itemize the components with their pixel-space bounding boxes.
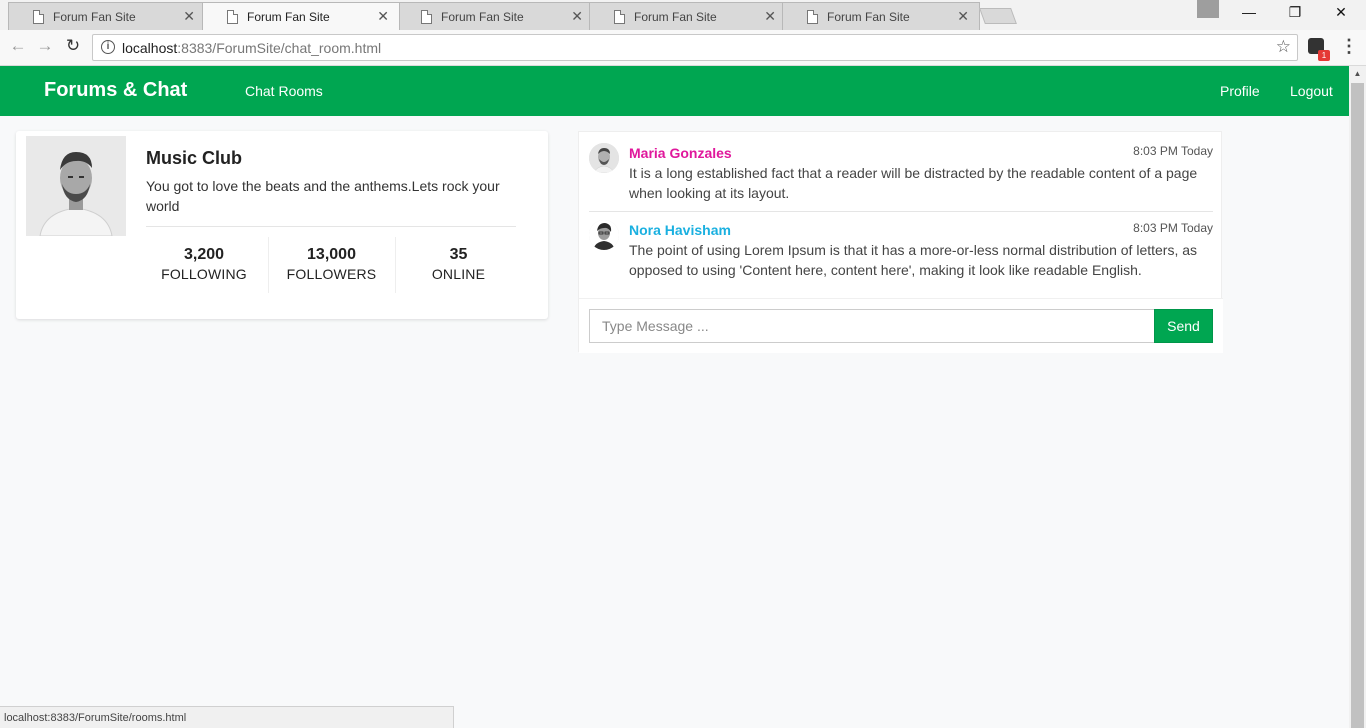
back-icon[interactable]: ← [8,36,28,56]
scroll-up-icon[interactable]: ▲ [1349,66,1366,82]
info-icon[interactable]: i [101,40,115,54]
app-navbar: Forums & Chat Chat Rooms Profile Logout [0,66,1349,116]
restore-icon[interactable]: ❐ [1280,4,1310,21]
message-composer: Send [579,298,1223,353]
stat-label: ONLINE [431,266,486,282]
browser-tab-strip: Forum Fan Site ✕ Forum Fan Site ✕ Forum … [0,0,1366,30]
page-icon [33,10,44,24]
browser-menu-icon[interactable]: ⋮ [1340,36,1358,57]
nav-chat-rooms[interactable]: Chat Rooms [245,83,323,99]
user-avatar[interactable] [589,220,619,250]
extension-badge: 1 [1318,50,1330,61]
message-time: 8:03 PM Today [1133,144,1213,158]
divider [589,211,1213,212]
nav-logout[interactable]: Logout [1290,83,1333,99]
close-icon[interactable]: ✕ [764,8,776,25]
stat-followers: 13,000 FOLLOWERS [268,237,394,293]
message-input[interactable] [589,309,1155,343]
room-description: You got to love the beats and the anthem… [146,178,500,214]
tab-title: Forum Fan Site [634,10,717,24]
page-icon [614,10,625,24]
message-time: 8:03 PM Today [1133,221,1213,235]
nav-profile[interactable]: Profile [1220,83,1260,99]
user-avatar[interactable] [589,143,619,173]
browser-tab-active[interactable]: Forum Fan Site ✕ [202,2,400,30]
send-button[interactable]: Send [1154,309,1213,343]
divider [146,226,516,227]
minimize-icon[interactable]: — [1234,4,1264,20]
chat-panel: Maria Gonzales 8:03 PM Today It is a lon… [578,131,1223,353]
bookmark-star-icon[interactable]: ☆ [1276,37,1291,57]
stat-value: 35 [449,246,468,263]
room-profile-card: Music Club You got to love the beats and… [16,131,548,319]
page-icon [421,10,432,24]
message-text: The point of using Lorem Ipsum is that i… [629,242,1198,278]
page-icon [227,10,238,24]
browser-profile-icon[interactable] [1197,0,1219,18]
message-author[interactable]: Nora Havisham [629,222,731,238]
close-icon[interactable]: ✕ [183,8,195,25]
address-bar[interactable]: i localhost:8383/ForumSite/chat_room.htm… [92,34,1298,61]
tab-title: Forum Fan Site [827,10,910,24]
tab-title: Forum Fan Site [441,10,524,24]
browser-tab[interactable]: Forum Fan Site ✕ [589,2,787,30]
message-author[interactable]: Maria Gonzales [629,145,732,161]
room-title: Music Club [146,148,243,168]
tab-title: Forum Fan Site [53,10,136,24]
brand-logo[interactable]: Forums & Chat [44,79,187,102]
page-icon [807,10,818,24]
stat-following: 3,200 FOLLOWING [141,237,267,293]
reload-icon[interactable]: ↻ [63,36,83,56]
browser-tab[interactable]: Forum Fan Site ✕ [8,2,206,30]
browser-tab[interactable]: Forum Fan Site ✕ [396,2,594,30]
room-avatar [26,136,126,236]
scroll-thumb[interactable] [1351,83,1364,728]
window-close-icon[interactable]: ✕ [1326,4,1356,21]
stat-value: 13,000 [307,246,356,263]
stat-value: 3,200 [183,246,225,263]
url-text: localhost:8383/ForumSite/chat_room.html [122,40,382,56]
close-icon[interactable]: ✕ [957,8,969,25]
tab-title: Forum Fan Site [247,10,330,24]
forward-icon[interactable]: → [35,36,55,56]
browser-tab[interactable]: Forum Fan Site ✕ [782,2,980,30]
close-icon[interactable]: ✕ [377,8,389,25]
stat-label: FOLLOWING [161,266,247,282]
close-icon[interactable]: ✕ [571,8,583,25]
browser-toolbar: ← → ↻ i localhost:8383/ForumSite/chat_ro… [0,30,1366,66]
stat-label: FOLLOWERS [286,266,377,282]
message-text: It is a long established fact that a rea… [629,165,1198,201]
new-tab-button[interactable] [979,8,1017,24]
stat-online: 35 ONLINE [395,237,521,293]
status-bar: localhost:8383/ForumSite/rooms.html [0,706,454,728]
page-scrollbar[interactable]: ▲ [1349,66,1366,728]
